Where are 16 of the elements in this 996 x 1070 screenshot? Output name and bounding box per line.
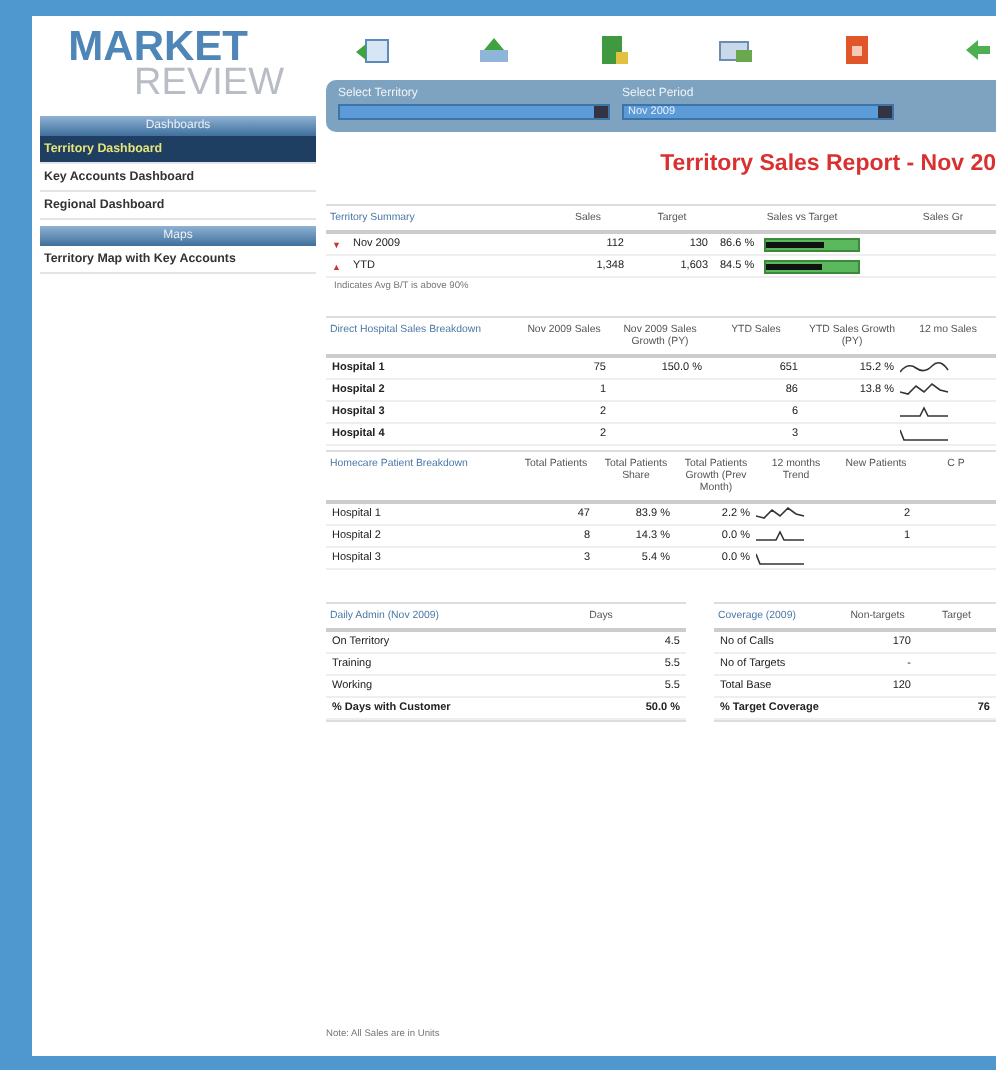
- progress-bar: [764, 259, 861, 273]
- report-title: Territory Sales Report - Nov 20: [658, 152, 996, 176]
- tray-icon[interactable]: [475, 34, 512, 66]
- logo-text: MARKET: [68, 28, 248, 66]
- sparkline-icon: [756, 505, 808, 523]
- sparkline-icon: [756, 549, 808, 567]
- window-arrow-icon[interactable]: [354, 34, 390, 66]
- logo-text: REVIEW: [134, 66, 284, 102]
- select-field[interactable]: [338, 104, 610, 120]
- sparkline-icon: [756, 527, 808, 545]
- sparkline-icon: [900, 403, 952, 421]
- sparkline-icon: [900, 359, 952, 377]
- sparkline-icon: [900, 381, 952, 399]
- progress-bar: [764, 237, 861, 251]
- spreadsheet-icon[interactable]: [596, 34, 633, 66]
- sparkline-icon: [900, 425, 952, 443]
